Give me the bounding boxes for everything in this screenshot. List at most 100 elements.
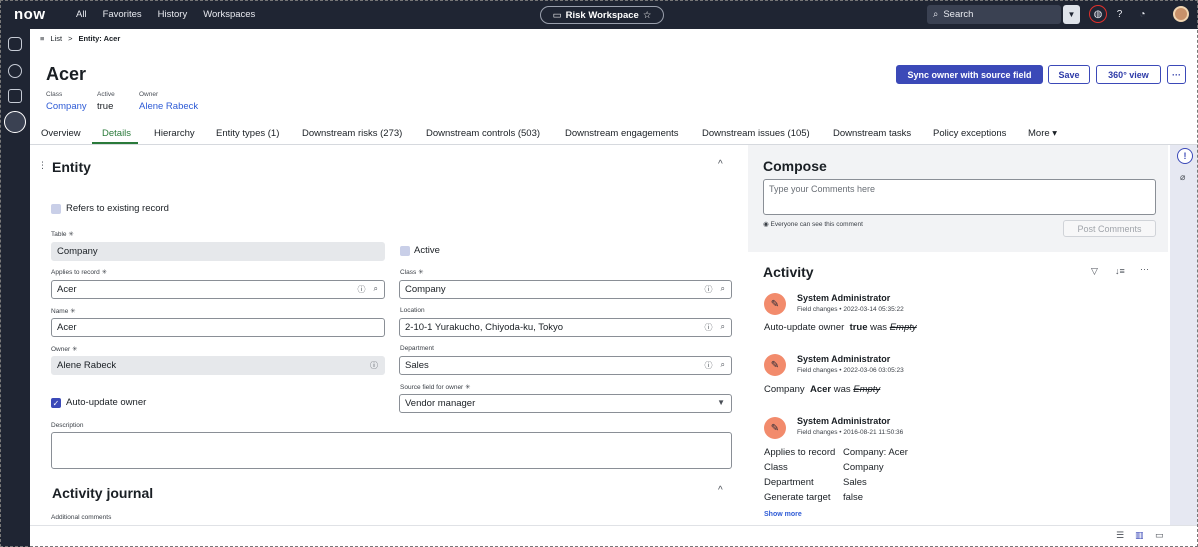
- collapse-journal-icon[interactable]: ^: [718, 485, 723, 496]
- breadcrumb: ≡ List > Entity: Acer: [40, 34, 120, 43]
- sort-icon[interactable]: ↓≡: [1115, 266, 1125, 276]
- help-icon[interactable]: ?: [1112, 7, 1127, 22]
- tab-entity-types[interactable]: Entity types (1): [216, 128, 279, 139]
- lookup-search-icon[interactable]: ⌕: [721, 360, 725, 371]
- workspace-label: Risk Workspace: [565, 9, 639, 21]
- tab-policy-exceptions[interactable]: Policy exceptions: [933, 128, 1006, 139]
- dropdown-caret-icon[interactable]: ▼: [717, 398, 725, 407]
- user-avatar[interactable]: [1173, 6, 1189, 22]
- bell-icon[interactable]: ◔: [1135, 7, 1150, 22]
- check-icon[interactable]: [8, 64, 22, 78]
- sync-owner-button[interactable]: Sync owner with source field: [896, 65, 1043, 84]
- globe-icon[interactable]: ◍: [1089, 5, 1107, 23]
- info-icon[interactable]: ⓘ: [705, 360, 713, 371]
- field-actions: ▼: [717, 398, 725, 407]
- tab-more[interactable]: More ▾: [1028, 128, 1057, 139]
- edit-icon: ✎: [764, 417, 786, 439]
- info-icon[interactable]: ⓘ: [705, 284, 713, 295]
- full-view-icon[interactable]: ▭: [1155, 530, 1167, 540]
- meta-owner-value[interactable]: Alene Rabeck: [139, 101, 198, 112]
- lookup-search-icon[interactable]: ⌕: [721, 322, 725, 333]
- clipboard-icon[interactable]: [8, 89, 22, 103]
- nav-workspaces[interactable]: Workspaces: [203, 9, 255, 20]
- department-field[interactable]: Sales ⓘ ⌕: [399, 356, 732, 375]
- star-icon[interactable]: ☆: [643, 10, 652, 21]
- source-field-value: Vendor manager: [405, 398, 476, 409]
- activity-author: System Administrator: [797, 354, 891, 364]
- show-more-link[interactable]: Show more: [764, 511, 802, 518]
- applies-to-record-field[interactable]: Acer ⓘ ⌕: [51, 280, 385, 299]
- field-actions: ⓘ ⌕: [705, 284, 725, 295]
- nav-history[interactable]: History: [158, 9, 188, 20]
- refers-existing-label: Refers to existing record: [66, 203, 169, 214]
- entity-section-title: Entity: [52, 159, 91, 175]
- post-comments-button[interactable]: Post Comments: [1063, 220, 1156, 237]
- source-field-label: Source field for owner ✳: [400, 384, 471, 391]
- footer-bar: [30, 525, 1198, 547]
- description-textarea[interactable]: [51, 432, 732, 469]
- search-scope-dropdown[interactable]: ▼: [1063, 5, 1080, 24]
- activity-meta: Field changes • 2022-03-14 05:35:22: [797, 306, 904, 313]
- nav-all[interactable]: All: [76, 9, 87, 20]
- save-button[interactable]: Save: [1048, 65, 1090, 84]
- split-view-icon[interactable]: ▥: [1135, 530, 1147, 540]
- location-value: 2-10-1 Yurakucho, Chiyoda-ku, Tokyo: [405, 322, 564, 333]
- tab-details[interactable]: Details: [102, 128, 131, 139]
- drag-handle-icon[interactable]: ⋮: [38, 160, 47, 171]
- active-label: Active: [414, 245, 440, 256]
- class-field[interactable]: Company ⓘ ⌕: [399, 280, 732, 299]
- meta-active-value: true: [97, 101, 114, 112]
- list-menu-icon[interactable]: [4, 111, 26, 133]
- owner-label: Owner ✳: [51, 346, 78, 353]
- tab-downstream-engagements[interactable]: Downstream engagements: [565, 128, 679, 139]
- home-icon[interactable]: [8, 37, 22, 51]
- left-rail: [0, 29, 30, 547]
- active-checkbox[interactable]: [400, 246, 410, 256]
- meta-class-value[interactable]: Company: [46, 101, 87, 112]
- class-value: Company: [405, 284, 446, 295]
- search-placeholder: Search: [943, 9, 974, 20]
- name-field[interactable]: Acer: [51, 318, 385, 337]
- tab-downstream-risks[interactable]: Downstream risks (273): [302, 128, 402, 139]
- tab-overview[interactable]: Overview: [41, 128, 81, 139]
- meta-active-label: Active: [97, 91, 115, 98]
- now-logo[interactable]: now: [14, 6, 60, 23]
- comment-input[interactable]: Type your Comments here: [763, 179, 1156, 215]
- breadcrumb-list[interactable]: List: [50, 34, 62, 43]
- auto-update-owner-checkbox[interactable]: ✓: [51, 398, 61, 408]
- lookup-search-icon[interactable]: ⌕: [721, 284, 725, 295]
- filter-icon[interactable]: ▽: [1091, 266, 1098, 277]
- info-icon[interactable]: ⓘ: [370, 360, 378, 371]
- activity-more-icon[interactable]: ···: [1140, 264, 1149, 274]
- source-field-select[interactable]: Vendor manager ▼: [399, 394, 732, 413]
- lookup-search-icon[interactable]: ⌕: [374, 284, 378, 295]
- activity-change: Auto-update owner true was Empty: [764, 322, 917, 333]
- meta-owner-label: Owner: [139, 91, 159, 98]
- tab-hierarchy[interactable]: Hierarchy: [154, 128, 195, 139]
- view-360-button[interactable]: 360° view: [1096, 65, 1161, 84]
- record-info-icon[interactable]: !: [1177, 148, 1193, 164]
- tab-downstream-controls[interactable]: Downstream controls (503): [426, 128, 540, 139]
- list-icon: ≡: [40, 34, 45, 43]
- collapse-entity-icon[interactable]: ^: [718, 159, 723, 170]
- detail-value: false: [843, 492, 864, 503]
- info-icon[interactable]: ⓘ: [705, 322, 713, 333]
- list-view-icon[interactable]: ☰: [1116, 530, 1128, 540]
- info-icon[interactable]: ⓘ: [358, 284, 366, 295]
- activity-change: Company Acer was Empty: [764, 384, 881, 395]
- tab-downstream-tasks[interactable]: Downstream tasks: [833, 128, 911, 139]
- field-actions: ⓘ ⌕: [358, 284, 378, 295]
- detail-field: Class: [764, 462, 788, 473]
- visibility-note: ◉ Everyone can see this comment: [763, 221, 863, 228]
- global-search[interactable]: ⌕ Search: [927, 5, 1061, 24]
- nav-favorites[interactable]: Favorites: [103, 9, 142, 20]
- refers-existing-checkbox[interactable]: [51, 204, 61, 214]
- field-actions: ⓘ ⌕: [705, 322, 725, 333]
- tab-downstream-issues[interactable]: Downstream issues (105): [702, 128, 810, 139]
- activity-author: System Administrator: [797, 416, 891, 426]
- location-field[interactable]: 2-10-1 Yurakucho, Chiyoda-ku, Tokyo ⓘ ⌕: [399, 318, 732, 337]
- caret-down-icon: ▾: [1052, 128, 1058, 139]
- workspace-pill[interactable]: ▭ Risk Workspace ☆: [540, 6, 664, 24]
- attachment-icon[interactable]: ⌀: [1180, 172, 1185, 183]
- more-actions-button[interactable]: ···: [1167, 65, 1186, 84]
